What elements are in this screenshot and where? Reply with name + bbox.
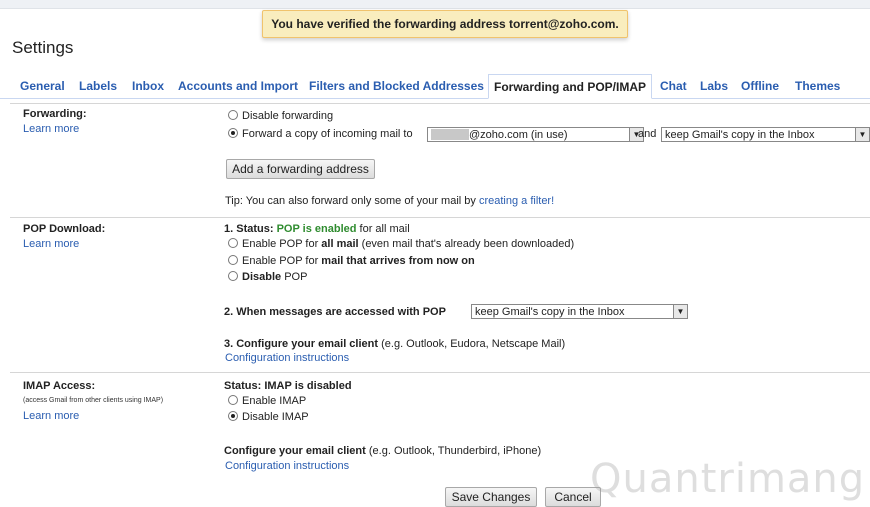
imap-configure-label: Configure your email client [224,445,366,457]
radio-forward-copy[interactable] [228,128,238,138]
pop-configure-eg: (e.g. Outlook, Eudora, Netscape Mail) [381,338,566,350]
forwarding-action-value: keep Gmail's copy in the Inbox [665,129,815,141]
pop-title: POP Download: [23,223,106,235]
redacted-address [431,129,469,140]
pop-access-select[interactable]: keep Gmail's copy in the Inbox ▼ [471,304,688,319]
pop-status-suffix: for all mail [359,223,410,235]
pop-opt1-a: Enable POP for [242,238,319,250]
imap-configure: Configure your email client (e.g. Outloo… [224,445,541,457]
pop-config-instructions-link[interactable]: Configuration instructions [225,352,349,364]
imap-status: Status: IMAP is disabled [224,380,352,392]
tab-offline[interactable]: Offline [741,79,779,93]
imap-title: IMAP Access: [23,380,96,392]
pop-status: 1. Status: POP is enabled for all mail [224,223,410,235]
tab-chat[interactable]: Chat [660,79,687,93]
tab-themes[interactable]: Themes [795,79,840,93]
tab-accounts-and-import[interactable]: Accounts and Import [178,79,298,93]
pop-opt3: Disable [242,271,282,283]
radio-imap-disable[interactable] [228,411,238,421]
forwarding-title: Forwarding: [23,108,87,120]
disable-forwarding-label: Disable forwarding [242,110,334,122]
pop-opt2-b: mail that arrives from now on [321,255,475,267]
forwarding-address-select[interactable]: @zoho.com (in use) ▼ [427,127,644,142]
forwarding-tip-text: Tip: You can also forward only some of y… [225,195,476,207]
tab-labs[interactable]: Labs [700,79,728,93]
imap-option-enable[interactable]: Enable IMAP [228,395,306,407]
radio-disable-forwarding[interactable] [228,110,238,120]
page-title: Settings [12,38,74,57]
imap-learn-more[interactable]: Learn more [23,410,79,422]
pop-configure: 3. Configure your email client (e.g. Out… [224,338,565,350]
imap-option-disable[interactable]: Disable IMAP [228,411,309,423]
creating-filter-link[interactable]: creating a filter! [479,195,554,207]
imap-enable-label: Enable IMAP [242,395,307,407]
pop-section: POP Download: Learn more 1. Status: POP … [10,217,870,372]
chevron-down-icon: ▼ [855,128,869,141]
radio-pop-from-now[interactable] [228,255,238,265]
pop-opt3-b: POP [284,271,308,283]
pop-opt1-b: all mail [321,238,359,250]
forwarding-section: Forwarding: Learn more Disable forwardin… [10,103,870,217]
pop-option-all-mail[interactable]: Enable POP for all mail (even mail that'… [228,238,574,250]
forward-copy-label: Forward a copy of incoming mail to [242,128,413,140]
pop-configure-label: 3. Configure your email client [224,338,379,350]
tab-labels[interactable]: Labels [79,79,117,93]
imap-config-instructions-link[interactable]: Configuration instructions [225,460,349,472]
pop-access-value: keep Gmail's copy in the Inbox [475,306,625,318]
add-forwarding-address-button[interactable]: Add a forwarding address [226,159,375,179]
tab-filters[interactable]: Filters and Blocked Addresses [309,79,484,93]
forwarding-address-value: @zoho.com (in use) [469,129,568,141]
tab-forwarding-pop-imap[interactable]: Forwarding and POP/IMAP [488,74,653,99]
pop-status-prefix: 1. Status: [224,223,274,235]
verification-notice: You have verified the forwarding address… [262,10,628,38]
forwarding-action-select[interactable]: keep Gmail's copy in the Inbox ▼ [661,127,870,142]
imap-configure-eg: (e.g. Outlook, Thunderbird, iPhone) [368,445,542,457]
radio-pop-disable[interactable] [228,271,238,281]
settings-tabs: General Labels Inbox Accounts and Import… [0,74,870,99]
pop-opt2-a: Enable POP for [242,255,319,267]
imap-disable-label: Disable IMAP [242,411,309,423]
chevron-down-icon: ▼ [673,305,687,318]
pop-learn-more[interactable]: Learn more [23,238,79,250]
radio-imap-enable[interactable] [228,395,238,405]
tab-inbox[interactable]: Inbox [132,79,164,93]
top-strip [0,0,870,9]
forward-copy-option[interactable]: Forward a copy of incoming mail to [228,128,413,140]
tab-general[interactable]: General [20,79,65,93]
pop-option-from-now-on[interactable]: Enable POP for mail that arrives from no… [228,255,475,267]
and-label: and [638,128,657,140]
watermark-logo: Quantrimang [590,456,866,502]
radio-pop-all-mail[interactable] [228,238,238,248]
disable-forwarding-option[interactable]: Disable forwarding [228,110,333,122]
pop-option-disable[interactable]: Disable POP [228,271,307,283]
pop-access-label: 2. When messages are accessed with POP [224,306,446,318]
save-changes-button[interactable]: Save Changes [445,487,537,507]
pop-opt1-c: (even mail that's already been downloade… [361,238,575,250]
imap-subtitle: (access Gmail from other clients using I… [23,397,164,404]
forwarding-tip: Tip: You can also forward only some of y… [225,195,554,207]
forwarding-learn-more[interactable]: Learn more [23,123,79,135]
pop-status-value: POP is enabled [276,223,357,235]
